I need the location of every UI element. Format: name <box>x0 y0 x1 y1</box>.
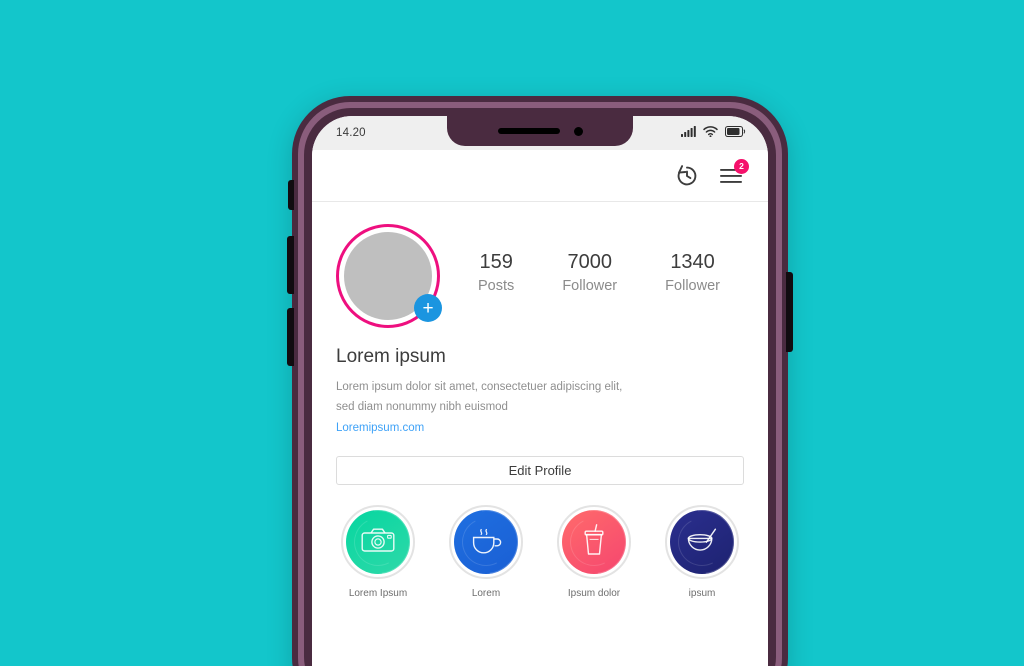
highlight-circle-1 <box>341 505 415 579</box>
signal-icon <box>681 124 696 142</box>
notch-ear-right <box>633 116 647 130</box>
highlight-item-4[interactable]: ipsum <box>662 505 742 599</box>
profile-name: Lorem ipsum <box>336 346 446 367</box>
menu-button[interactable]: 2 <box>718 158 749 187</box>
front-camera <box>573 126 583 136</box>
highlight-label-2: Lorem <box>471 588 501 599</box>
battery-icon <box>725 124 746 142</box>
edit-profile-button[interactable]: Edit Profile <box>336 456 744 485</box>
highlight-cover-2 <box>451 507 521 577</box>
highlight-circle-4 <box>665 505 739 579</box>
highlight-label-4: ipsum <box>688 588 716 599</box>
stat-posts-label: Posts <box>478 277 515 294</box>
add-story-button[interactable]: + <box>414 294 442 322</box>
highlight-item-1[interactable]: Lorem Ipsum <box>338 505 418 599</box>
stat-followers-value: 7000 <box>567 250 612 273</box>
hamburger-menu-icon <box>718 168 744 191</box>
history-button[interactable] <box>674 163 700 189</box>
profile-bio: Lorem ipsum Lorem ipsum dolor sit amet, … <box>312 328 768 439</box>
earpiece-speaker <box>497 128 560 134</box>
highlight-item-2[interactable]: Lorem <box>446 505 526 599</box>
stat-following-label: Follower <box>665 277 720 294</box>
volume-down-button[interactable] <box>287 308 294 366</box>
story-highlights-row: Lorem Ipsum Lorem Ipsum dolor ipsum <box>312 485 768 599</box>
phone-notch <box>447 116 633 146</box>
bio-line-2: sed diam nonummy nibh euismod <box>336 401 508 413</box>
stat-following[interactable]: 1340 Follower <box>665 249 720 297</box>
status-time: 14.20 <box>336 127 366 139</box>
power-button[interactable] <box>786 272 793 352</box>
stat-followers[interactable]: 7000 Follower <box>562 249 617 297</box>
stat-posts-value: 159 <box>479 250 513 273</box>
highlight-item-3[interactable]: Ipsum dolor <box>554 505 634 599</box>
highlight-label-1: Lorem Ipsum <box>348 588 408 599</box>
stat-posts[interactable]: 159 Posts <box>478 249 514 297</box>
wifi-icon <box>703 124 718 142</box>
phone-screen: 14.20 2 + 159 Posts 7000 Follower 1340 F… <box>312 116 768 666</box>
volume-up-button[interactable] <box>287 236 294 294</box>
highlight-cover-3 <box>559 507 629 577</box>
highlight-circle-2 <box>449 505 523 579</box>
stat-following-value: 1340 <box>670 250 715 273</box>
app-header: 2 <box>312 150 768 202</box>
status-bar: 14.20 <box>312 116 768 150</box>
silent-switch-button[interactable] <box>288 180 294 210</box>
phone-device: 14.20 2 + 159 Posts 7000 Follower 1340 F… <box>287 96 793 666</box>
coffee-cup-icon <box>469 524 503 561</box>
bio-line-1: Lorem ipsum dolor sit amet, consectetuer… <box>336 381 623 393</box>
history-icon <box>674 164 700 193</box>
profile-stats: 159 Posts 7000 Follower 1340 Follower <box>440 249 744 303</box>
avatar[interactable]: + <box>336 224 442 328</box>
menu-notification-badge: 2 <box>734 158 749 174</box>
notch-ear-left <box>433 116 447 130</box>
drink-cup-icon <box>580 523 608 562</box>
stat-followers-label: Follower <box>562 277 618 294</box>
profile-header-section: + 159 Posts 7000 Follower 1340 Follower <box>312 202 768 328</box>
highlight-cover-1 <box>343 507 413 577</box>
highlight-cover-4 <box>667 507 737 577</box>
highlight-circle-3 <box>557 505 631 579</box>
profile-website-link[interactable]: Loremipsum.com <box>336 417 424 439</box>
bowl-spoon-icon <box>684 525 720 560</box>
status-icons <box>681 124 746 142</box>
highlight-label-3: Ipsum dolor <box>567 588 621 599</box>
